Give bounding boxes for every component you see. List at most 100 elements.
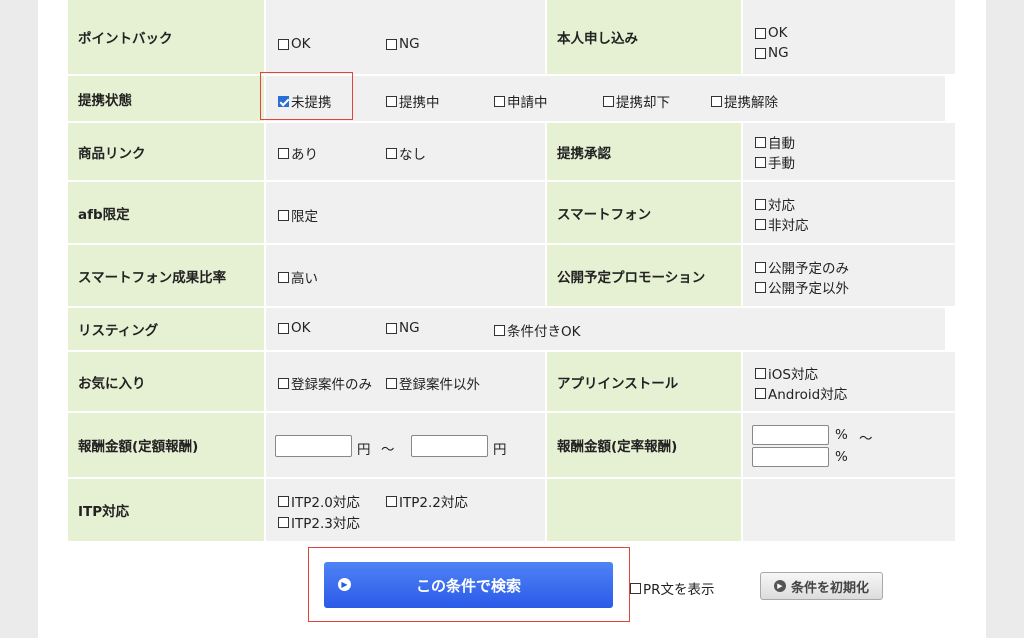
- checkbox-favorites-only[interactable]: 登録案件のみ: [278, 373, 372, 393]
- checkbox-box[interactable]: [278, 271, 289, 283]
- cell-reward-rate: % ～ %: [741, 413, 955, 477]
- checkbox-applying[interactable]: 申請中: [494, 91, 548, 111]
- checkbox-box[interactable]: [386, 147, 397, 159]
- checkbox-box-checked[interactable]: [278, 95, 289, 107]
- checkbox-box[interactable]: [386, 495, 397, 507]
- checkbox-point-back-ng[interactable]: NG: [386, 36, 420, 52]
- checkbox-limited[interactable]: 限定: [278, 205, 318, 225]
- checkbox-box[interactable]: [278, 516, 289, 528]
- label-affiliation-status: 提携状態: [68, 76, 264, 121]
- checkbox-rate-high[interactable]: 高い: [278, 267, 318, 287]
- checkbox-label: 申請中: [507, 95, 548, 111]
- label-product-link: 商品リンク: [68, 123, 264, 180]
- checkbox-box[interactable]: [755, 218, 766, 230]
- checkbox-self-application-ng[interactable]: NG: [755, 45, 789, 61]
- reset-button[interactable]: ▶ 条件を初期化: [760, 572, 883, 600]
- checkbox-label: 公開予定以外: [768, 281, 849, 297]
- checkbox-box[interactable]: [494, 324, 505, 336]
- reward-fixed-max-input[interactable]: [411, 435, 488, 457]
- cell-product-link: あり なし: [264, 123, 545, 180]
- checkbox-sp-unsupported[interactable]: 非対応: [755, 214, 809, 234]
- label-favorites: お気に入り: [68, 352, 264, 411]
- cell-app-install: iOS対応 Android対応: [741, 352, 955, 411]
- checkbox-box[interactable]: [278, 209, 289, 221]
- cell-smartphone: 対応 非対応: [741, 182, 955, 243]
- checkbox-box[interactable]: [386, 377, 397, 389]
- checkbox-label: 提携却下: [616, 95, 670, 111]
- checkbox-box[interactable]: [755, 281, 766, 293]
- checkbox-box[interactable]: [755, 27, 766, 39]
- search-button-label: この条件で検索: [415, 576, 521, 595]
- checkbox-label: ITP2.3対応: [291, 516, 360, 532]
- checkbox-label: 非対応: [768, 218, 809, 234]
- checkbox-listing-ng[interactable]: NG: [386, 320, 420, 336]
- row-product-link: 商品リンク あり なし 提携承認 自動 手動: [68, 121, 955, 180]
- checkbox-itp23[interactable]: ITP2.3対応: [278, 512, 360, 532]
- checkbox-link-no[interactable]: なし: [386, 143, 426, 163]
- reward-fixed-min-input[interactable]: [275, 435, 352, 457]
- yen-unit: 円: [357, 442, 371, 458]
- checkbox-box[interactable]: [278, 147, 289, 159]
- checkbox-itp20[interactable]: ITP2.0対応: [278, 491, 360, 511]
- checkbox-box[interactable]: [755, 198, 766, 210]
- reward-rate-max-input[interactable]: [752, 447, 829, 467]
- checkbox-box[interactable]: [278, 322, 289, 334]
- checkbox-android[interactable]: Android対応: [755, 383, 847, 403]
- checkbox-label: NG: [768, 45, 789, 61]
- checkbox-box[interactable]: [278, 38, 289, 50]
- reset-button-label: 条件を初期化: [790, 580, 869, 596]
- search-button[interactable]: ▶ この条件で検索: [324, 562, 613, 608]
- checkbox-approval-manual[interactable]: 手動: [755, 152, 795, 172]
- checkbox-label: 登録案件以外: [399, 377, 480, 393]
- checkbox-box[interactable]: [755, 387, 766, 399]
- checkbox-favorites-other[interactable]: 登録案件以外: [386, 373, 480, 393]
- checkbox-box[interactable]: [630, 582, 641, 594]
- checkbox-unaffiliated[interactable]: 未提携: [278, 91, 332, 111]
- checkbox-box[interactable]: [755, 47, 766, 59]
- checkbox-itp22[interactable]: ITP2.2対応: [386, 491, 468, 511]
- checkbox-label: 高い: [291, 271, 318, 287]
- checkbox-box[interactable]: [711, 95, 722, 107]
- checkbox-sp-supported[interactable]: 対応: [755, 194, 795, 214]
- checkbox-self-application-ok[interactable]: OK: [755, 25, 787, 41]
- checkbox-box[interactable]: [494, 95, 505, 107]
- checkbox-point-back-ok[interactable]: OK: [278, 36, 310, 52]
- reward-rate-min-input[interactable]: [752, 425, 829, 445]
- empty-label-cell: [545, 479, 741, 541]
- checkbox-box[interactable]: [278, 495, 289, 507]
- range-tilde: ～: [859, 431, 873, 447]
- checkbox-label: iOS対応: [768, 367, 818, 383]
- checkbox-box[interactable]: [278, 377, 289, 389]
- checkbox-cancelled[interactable]: 提携解除: [711, 91, 778, 111]
- checkbox-listing-ok[interactable]: OK: [278, 320, 310, 336]
- checkbox-label: PR文を表示: [643, 582, 715, 598]
- checkbox-box[interactable]: [386, 95, 397, 107]
- cell-itp: ITP2.0対応 ITP2.2対応 ITP2.3対応: [264, 479, 545, 541]
- checkbox-listing-conditional[interactable]: 条件付きOK: [494, 320, 580, 340]
- checkbox-label: 条件付きOK: [507, 324, 581, 340]
- checkbox-box[interactable]: [755, 261, 766, 273]
- checkbox-ios[interactable]: iOS対応: [755, 363, 818, 383]
- checkbox-box[interactable]: [755, 136, 766, 148]
- checkbox-box[interactable]: [386, 322, 397, 334]
- checkbox-box[interactable]: [755, 367, 766, 379]
- checkbox-link-yes[interactable]: あり: [278, 143, 318, 163]
- checkbox-affiliated[interactable]: 提携中: [386, 91, 440, 111]
- checkbox-label: 限定: [291, 209, 318, 225]
- checkbox-approval-auto[interactable]: 自動: [755, 132, 795, 152]
- label-itp: ITP対応: [68, 479, 264, 541]
- cell-self-application: OK NG: [741, 0, 955, 74]
- checkbox-box[interactable]: [755, 156, 766, 168]
- checkbox-label: NG: [399, 320, 420, 336]
- cell-point-back: OK NG: [264, 0, 545, 74]
- row-itp: ITP対応 ITP2.0対応 ITP2.2対応 ITP2.3対応: [68, 477, 955, 541]
- checkbox-scheduled-only[interactable]: 公開予定のみ: [755, 257, 849, 277]
- checkbox-scheduled-other[interactable]: 公開予定以外: [755, 277, 849, 297]
- row-affiliation-status: 提携状態 未提携 提携中 申請中 提携却下 提携解除: [68, 72, 955, 121]
- checkbox-rejected[interactable]: 提携却下: [603, 91, 670, 111]
- checkbox-label: 自動: [768, 136, 795, 152]
- checkbox-box[interactable]: [386, 38, 397, 50]
- row-sp-rate: スマートフォン成果比率 高い 公開予定プロモーション 公開予定のみ 公開予定以外: [68, 243, 955, 306]
- checkbox-box[interactable]: [603, 95, 614, 107]
- checkbox-show-pr[interactable]: PR文を表示: [630, 578, 715, 598]
